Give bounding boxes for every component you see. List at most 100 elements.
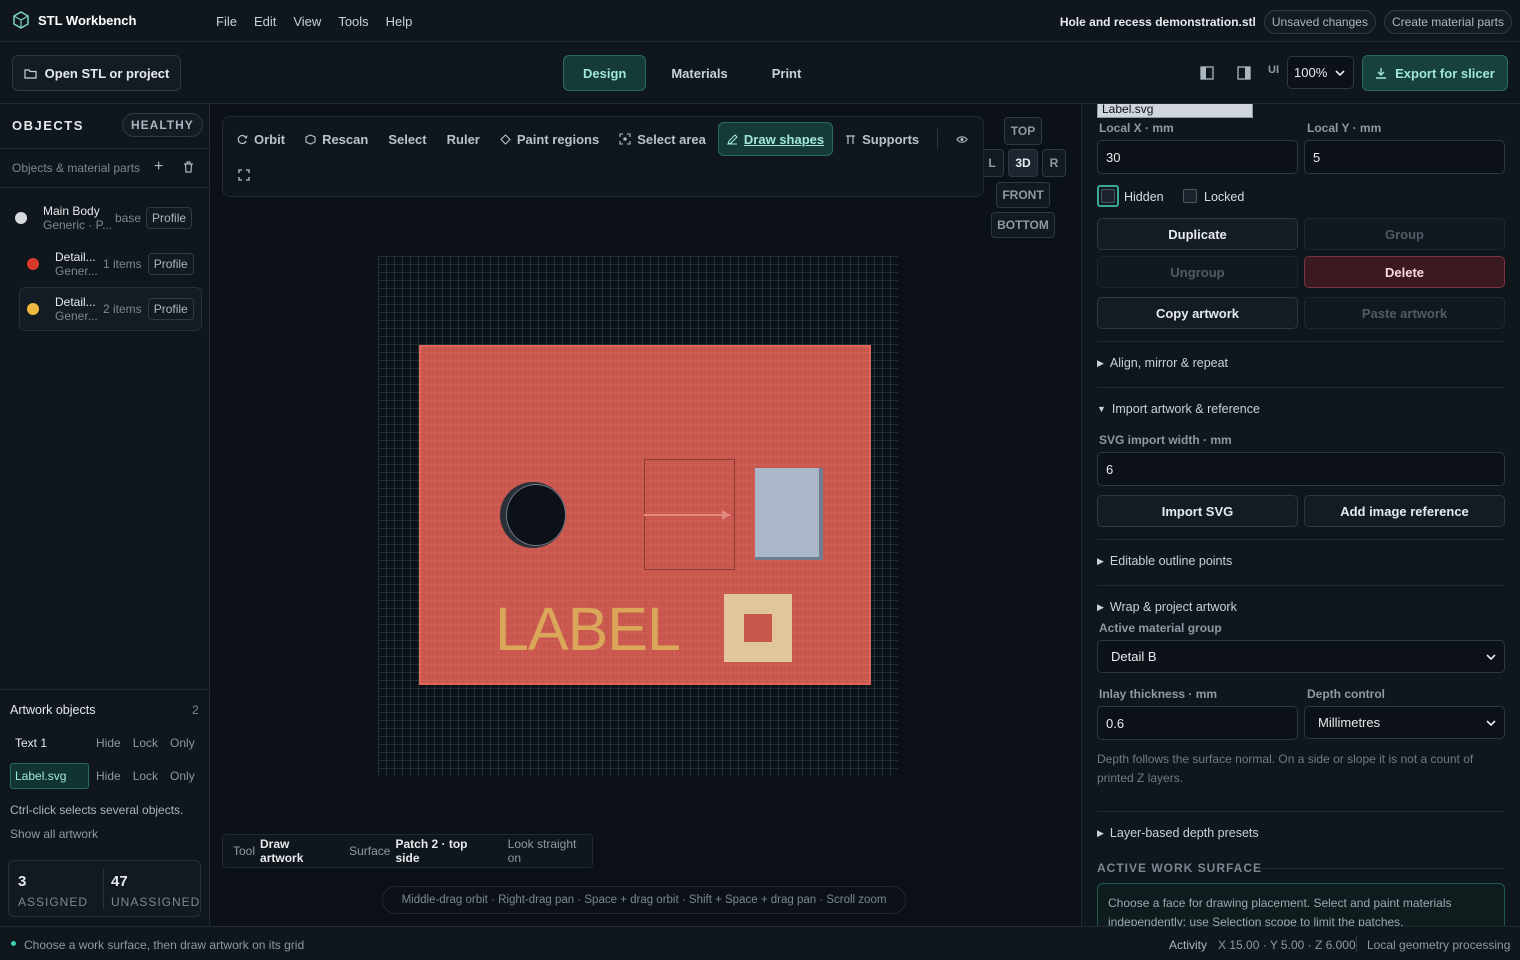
zoom-select[interactable]: 100% [1287, 56, 1354, 89]
outline-points-section[interactable]: ▶ Editable outline points [1097, 554, 1232, 568]
lock-button[interactable]: Lock [133, 769, 158, 783]
align-mirror-repeat-section[interactable]: ▶ Align, mirror & repeat [1097, 356, 1228, 370]
label-artwork[interactable]: LABEL [495, 594, 681, 664]
hide-button[interactable]: Hide [96, 736, 121, 750]
objects-title: OBJECTS [12, 118, 84, 133]
tool-info-bar: Tool Draw artwork Surface Patch 2 · top … [222, 834, 593, 868]
tool-select[interactable]: Select [380, 122, 434, 156]
add-image-reference-button[interactable]: Add image reference [1304, 495, 1505, 527]
active-group-select[interactable]: Detail B [1097, 640, 1505, 673]
cube-logo-icon [13, 11, 29, 29]
menu-edit[interactable]: Edit [254, 14, 276, 29]
artwork-row[interactable]: Label.svg Hide Lock Only [10, 763, 200, 789]
group-button[interactable]: Group [1304, 218, 1505, 250]
right-panel-toggle-icon[interactable] [1237, 66, 1251, 83]
export-slicer-button[interactable]: Export for slicer [1362, 55, 1508, 91]
object-sub: Gener... [55, 264, 98, 278]
artwork-name-field[interactable]: Label.svg [1097, 104, 1253, 118]
tool-select-area[interactable]: Select area [611, 122, 714, 156]
unassigned-count: 47 [111, 873, 128, 890]
mode-tabs: Design Materials Print [563, 55, 820, 91]
artwork-name: Label.svg [10, 763, 89, 789]
tool-label: Select [388, 131, 427, 147]
look-straight-button[interactable]: Look straight on [508, 837, 592, 865]
tool-paint-regions[interactable]: Paint regions [492, 122, 607, 156]
menu-view[interactable]: View [293, 14, 321, 29]
profile-button[interactable]: Profile [146, 207, 193, 229]
local-y-input[interactable]: 5 [1304, 140, 1505, 174]
properties-panel: Label.svg Local X · mm Local Y · mm 30 5… [1081, 104, 1520, 926]
color-dot [27, 258, 39, 270]
open-stl-button[interactable]: Open STL or project [12, 55, 181, 91]
depth-control-select[interactable]: Millimetres [1304, 706, 1505, 739]
controls-hint: Middle-drag orbit · Right-drag pan · Spa… [382, 886, 906, 914]
section-label: Editable outline points [1109, 554, 1233, 568]
object-item-main-body[interactable]: Main Body Generic · P... base Profile [8, 196, 202, 240]
ungroup-button[interactable]: Ungroup [1097, 256, 1298, 288]
local-x-input[interactable]: 30 [1097, 140, 1298, 174]
tool-label: Rescan [322, 131, 369, 147]
view-front-button[interactable]: FRONT [996, 182, 1050, 208]
artwork-row[interactable]: Text 1 Hide Lock Only [10, 732, 200, 754]
menu-tools[interactable]: Tools [338, 14, 368, 29]
view-top-button[interactable]: TOP [1004, 117, 1042, 145]
import-artwork-section[interactable]: ▼ Import artwork & reference [1097, 402, 1260, 416]
local-y-label: Local Y · mm [1307, 121, 1382, 135]
app-logo: STL Workbench [12, 11, 136, 29]
inlay-thickness-label: Inlay thickness · mm [1099, 687, 1218, 701]
wrap-project-section[interactable]: ▶ Wrap & project artwork [1097, 600, 1237, 614]
hide-button[interactable]: Hide [96, 769, 121, 783]
add-object-icon[interactable]: + [154, 158, 163, 176]
import-svg-button[interactable]: Import SVG [1097, 495, 1298, 527]
visibility-toggle[interactable] [948, 122, 976, 156]
caret-right-icon: ▶ [1097, 357, 1104, 368]
hidden-checkbox[interactable] [1097, 185, 1119, 207]
view-right-button[interactable]: R [1042, 149, 1066, 177]
draw-arrow [644, 514, 730, 516]
locked-label: Locked [1204, 190, 1245, 204]
trash-icon[interactable] [183, 161, 194, 173]
profile-button[interactable]: Profile [147, 253, 194, 275]
tool-orbit[interactable]: Orbit [229, 122, 293, 156]
tool-supports[interactable]: Supports [837, 122, 927, 156]
cube-icon [305, 133, 316, 145]
locked-checkbox[interactable] [1183, 189, 1197, 203]
show-all-artwork-link[interactable]: Show all artwork [10, 827, 98, 841]
profile-button[interactable]: Profile [147, 298, 194, 320]
activity-label[interactable]: Activity [1169, 938, 1207, 952]
orbit-icon [237, 134, 248, 144]
object-item-detail-b[interactable]: Detail... Gener... 2 items Profile [19, 287, 202, 331]
view-3d-button[interactable]: 3D [1008, 149, 1038, 177]
3d-viewport[interactable]: LABEL TOP L 3D R FRONT BOTTOM Tool Draw … [210, 104, 1081, 926]
object-item-detail-a[interactable]: Detail... Gener... 1 items Profile [8, 242, 202, 286]
tab-materials[interactable]: Materials [652, 55, 746, 91]
tool-rescan[interactable]: Rescan [297, 122, 376, 156]
tab-print[interactable]: Print [753, 55, 821, 91]
svg-width-input[interactable]: 6 [1097, 452, 1505, 486]
paste-artwork-button[interactable]: Paste artwork [1304, 297, 1505, 329]
duplicate-button[interactable]: Duplicate [1097, 218, 1298, 250]
create-parts-button[interactable]: Create material parts [1383, 10, 1512, 34]
only-button[interactable]: Only [170, 736, 195, 750]
lock-button[interactable]: Lock [133, 736, 158, 750]
delete-button[interactable]: Delete [1304, 256, 1505, 288]
fullscreen-icon[interactable] [238, 169, 250, 181]
only-button[interactable]: Only [170, 769, 195, 783]
menu-help[interactable]: Help [386, 14, 413, 29]
view-bottom-button[interactable]: BOTTOM [991, 212, 1055, 238]
recess-block[interactable] [755, 468, 823, 560]
tool-draw-shapes[interactable]: Draw shapes [717, 122, 834, 156]
menu-file[interactable]: File [216, 14, 237, 29]
objects-sidebar: OBJECTS HEALTHY Objects & material parts… [0, 104, 210, 926]
inlay-thickness-input[interactable]: 0.6 [1097, 706, 1298, 740]
chevron-down-icon [1486, 719, 1496, 726]
layer-depth-presets-section[interactable]: ▶ Layer-based depth presets [1097, 826, 1259, 840]
section-label: Wrap & project artwork [1109, 600, 1237, 614]
processing-mode: Local geometry processing [1367, 938, 1511, 952]
tool-ruler[interactable]: Ruler [439, 122, 488, 156]
left-panel-toggle-icon[interactable] [1200, 66, 1214, 83]
hidden-label: Hidden [1124, 190, 1164, 204]
copy-artwork-button[interactable]: Copy artwork [1097, 297, 1298, 329]
tab-design[interactable]: Design [563, 55, 647, 91]
object-count: 2 items [103, 302, 142, 316]
